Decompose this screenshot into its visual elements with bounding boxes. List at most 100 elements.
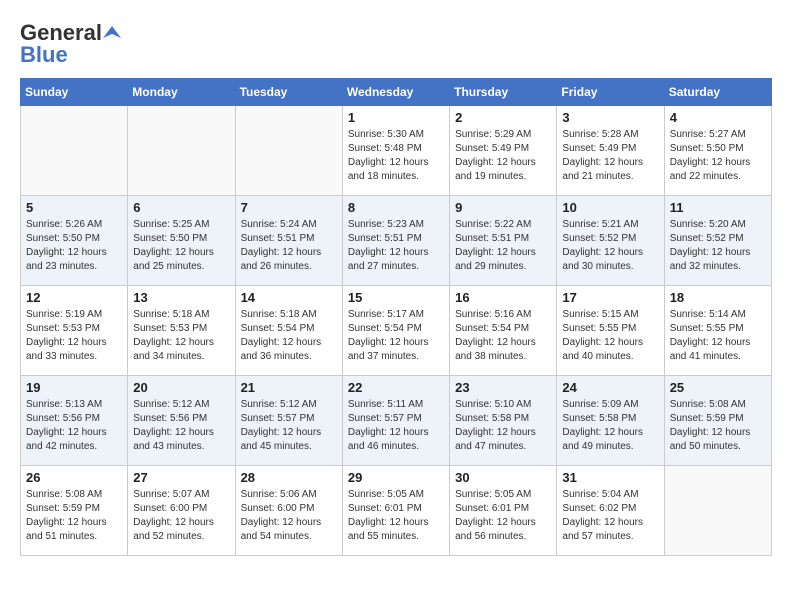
day-info: Sunrise: 5:05 AM Sunset: 6:01 PM Dayligh… xyxy=(348,488,444,544)
day-info: Sunrise: 5:04 AM Sunset: 6:02 PM Dayligh… xyxy=(562,488,658,544)
calendar-cell: 19 Sunrise: 5:13 AM Sunset: 5:56 PM Dayli… xyxy=(21,376,128,466)
calendar-table: SundayMondayTuesdayWednesdayThursdayFrid… xyxy=(20,78,772,556)
day-number: 27 xyxy=(133,470,229,485)
day-info: Sunrise: 5:13 AM Sunset: 5:56 PM Dayligh… xyxy=(26,398,122,454)
day-info: Sunrise: 5:12 AM Sunset: 5:56 PM Dayligh… xyxy=(133,398,229,454)
calendar-cell: 1 Sunrise: 5:30 AM Sunset: 5:48 PM Daylig… xyxy=(342,106,449,196)
calendar-cell: 25 Sunrise: 5:08 AM Sunset: 5:59 PM Dayli… xyxy=(664,376,771,466)
day-info: Sunrise: 5:06 AM Sunset: 6:00 PM Dayligh… xyxy=(241,488,337,544)
day-number: 25 xyxy=(670,380,766,395)
calendar-cell: 7 Sunrise: 5:24 AM Sunset: 5:51 PM Daylig… xyxy=(235,196,342,286)
day-number: 28 xyxy=(241,470,337,485)
day-info: Sunrise: 5:14 AM Sunset: 5:55 PM Dayligh… xyxy=(670,308,766,364)
day-info: Sunrise: 5:19 AM Sunset: 5:53 PM Dayligh… xyxy=(26,308,122,364)
day-number: 4 xyxy=(670,110,766,125)
calendar-cell: 13 Sunrise: 5:18 AM Sunset: 5:53 PM Dayli… xyxy=(128,286,235,376)
calendar-cell: 2 Sunrise: 5:29 AM Sunset: 5:49 PM Daylig… xyxy=(450,106,557,196)
calendar-cell xyxy=(235,106,342,196)
calendar-cell: 4Sunrise: 5:27 AM Sunset: 5:50 PM Daylig… xyxy=(664,106,771,196)
day-number: 29 xyxy=(348,470,444,485)
calendar-cell: 30 Sunrise: 5:05 AM Sunset: 6:01 PM Dayli… xyxy=(450,466,557,556)
calendar-header-row: SundayMondayTuesdayWednesdayThursdayFrid… xyxy=(21,79,772,106)
calendar-cell: 15 Sunrise: 5:17 AM Sunset: 5:54 PM Dayli… xyxy=(342,286,449,376)
day-info: Sunrise: 5:08 AM Sunset: 5:59 PM Dayligh… xyxy=(670,398,766,454)
day-number: 18 xyxy=(670,290,766,305)
day-number: 1 xyxy=(348,110,444,125)
calendar-cell: 6 Sunrise: 5:25 AM Sunset: 5:50 PM Daylig… xyxy=(128,196,235,286)
day-number: 3 xyxy=(562,110,658,125)
day-info: Sunrise: 5:21 AM Sunset: 5:52 PM Dayligh… xyxy=(562,218,658,274)
calendar-cell: 21Sunrise: 5:12 AM Sunset: 5:57 PM Dayli… xyxy=(235,376,342,466)
calendar-cell: 12Sunrise: 5:19 AM Sunset: 5:53 PM Dayli… xyxy=(21,286,128,376)
day-info: Sunrise: 5:26 AM Sunset: 5:50 PM Dayligh… xyxy=(26,218,122,274)
calendar-cell: 3 Sunrise: 5:28 AM Sunset: 5:49 PM Daylig… xyxy=(557,106,664,196)
calendar-cell: 16 Sunrise: 5:16 AM Sunset: 5:54 PM Dayli… xyxy=(450,286,557,376)
calendar-week-row: 26 Sunrise: 5:08 AM Sunset: 5:59 PM Dayli… xyxy=(21,466,772,556)
calendar-cell: 14 Sunrise: 5:18 AM Sunset: 5:54 PM Dayli… xyxy=(235,286,342,376)
calendar-cell xyxy=(128,106,235,196)
day-number: 31 xyxy=(562,470,658,485)
calendar-cell: 29 Sunrise: 5:05 AM Sunset: 6:01 PM Dayli… xyxy=(342,466,449,556)
day-number: 15 xyxy=(348,290,444,305)
day-info: Sunrise: 5:18 AM Sunset: 5:53 PM Dayligh… xyxy=(133,308,229,364)
day-info: Sunrise: 5:29 AM Sunset: 5:49 PM Dayligh… xyxy=(455,128,551,184)
day-info: Sunrise: 5:11 AM Sunset: 5:57 PM Dayligh… xyxy=(348,398,444,454)
calendar-cell: 27Sunrise: 5:07 AM Sunset: 6:00 PM Dayli… xyxy=(128,466,235,556)
calendar-cell: 24Sunrise: 5:09 AM Sunset: 5:58 PM Dayli… xyxy=(557,376,664,466)
day-number: 26 xyxy=(26,470,122,485)
logo-blue: Blue xyxy=(20,42,68,68)
day-number: 16 xyxy=(455,290,551,305)
day-number: 17 xyxy=(562,290,658,305)
day-number: 10 xyxy=(562,200,658,215)
day-info: Sunrise: 5:23 AM Sunset: 5:51 PM Dayligh… xyxy=(348,218,444,274)
page-header: General Blue xyxy=(20,20,772,68)
calendar-cell: 5Sunrise: 5:26 AM Sunset: 5:50 PM Daylig… xyxy=(21,196,128,286)
day-info: Sunrise: 5:08 AM Sunset: 5:59 PM Dayligh… xyxy=(26,488,122,544)
col-header-tuesday: Tuesday xyxy=(235,79,342,106)
calendar-cell: 28 Sunrise: 5:06 AM Sunset: 6:00 PM Dayli… xyxy=(235,466,342,556)
day-number: 2 xyxy=(455,110,551,125)
day-info: Sunrise: 5:25 AM Sunset: 5:50 PM Dayligh… xyxy=(133,218,229,274)
day-info: Sunrise: 5:30 AM Sunset: 5:48 PM Dayligh… xyxy=(348,128,444,184)
day-info: Sunrise: 5:05 AM Sunset: 6:01 PM Dayligh… xyxy=(455,488,551,544)
day-info: Sunrise: 5:09 AM Sunset: 5:58 PM Dayligh… xyxy=(562,398,658,454)
calendar-cell: 26 Sunrise: 5:08 AM Sunset: 5:59 PM Dayli… xyxy=(21,466,128,556)
day-number: 14 xyxy=(241,290,337,305)
day-number: 19 xyxy=(26,380,122,395)
calendar-cell: 10 Sunrise: 5:21 AM Sunset: 5:52 PM Dayli… xyxy=(557,196,664,286)
logo-bird-icon xyxy=(103,24,121,42)
calendar-cell: 8 Sunrise: 5:23 AM Sunset: 5:51 PM Daylig… xyxy=(342,196,449,286)
calendar-cell: 17Sunrise: 5:15 AM Sunset: 5:55 PM Dayli… xyxy=(557,286,664,376)
day-number: 8 xyxy=(348,200,444,215)
col-header-friday: Friday xyxy=(557,79,664,106)
day-number: 6 xyxy=(133,200,229,215)
day-number: 20 xyxy=(133,380,229,395)
calendar-cell: 23 Sunrise: 5:10 AM Sunset: 5:58 PM Dayli… xyxy=(450,376,557,466)
day-info: Sunrise: 5:10 AM Sunset: 5:58 PM Dayligh… xyxy=(455,398,551,454)
day-number: 11 xyxy=(670,200,766,215)
col-header-saturday: Saturday xyxy=(664,79,771,106)
calendar-cell: 11 Sunrise: 5:20 AM Sunset: 5:52 PM Dayli… xyxy=(664,196,771,286)
day-info: Sunrise: 5:16 AM Sunset: 5:54 PM Dayligh… xyxy=(455,308,551,364)
day-info: Sunrise: 5:18 AM Sunset: 5:54 PM Dayligh… xyxy=(241,308,337,364)
day-info: Sunrise: 5:24 AM Sunset: 5:51 PM Dayligh… xyxy=(241,218,337,274)
calendar-cell: 31 Sunrise: 5:04 AM Sunset: 6:02 PM Dayli… xyxy=(557,466,664,556)
col-header-wednesday: Wednesday xyxy=(342,79,449,106)
calendar-week-row: 19 Sunrise: 5:13 AM Sunset: 5:56 PM Dayli… xyxy=(21,376,772,466)
day-number: 30 xyxy=(455,470,551,485)
day-info: Sunrise: 5:17 AM Sunset: 5:54 PM Dayligh… xyxy=(348,308,444,364)
calendar-cell: 18 Sunrise: 5:14 AM Sunset: 5:55 PM Dayli… xyxy=(664,286,771,376)
calendar-cell xyxy=(21,106,128,196)
day-info: Sunrise: 5:12 AM Sunset: 5:57 PM Dayligh… xyxy=(241,398,337,454)
calendar-week-row: 1 Sunrise: 5:30 AM Sunset: 5:48 PM Daylig… xyxy=(21,106,772,196)
day-number: 13 xyxy=(133,290,229,305)
day-info: Sunrise: 5:20 AM Sunset: 5:52 PM Dayligh… xyxy=(670,218,766,274)
calendar-cell: 9Sunrise: 5:22 AM Sunset: 5:51 PM Daylig… xyxy=(450,196,557,286)
day-info: Sunrise: 5:28 AM Sunset: 5:49 PM Dayligh… xyxy=(562,128,658,184)
calendar-cell: 22Sunrise: 5:11 AM Sunset: 5:57 PM Dayli… xyxy=(342,376,449,466)
day-number: 7 xyxy=(241,200,337,215)
calendar-week-row: 12Sunrise: 5:19 AM Sunset: 5:53 PM Dayli… xyxy=(21,286,772,376)
col-header-thursday: Thursday xyxy=(450,79,557,106)
day-number: 23 xyxy=(455,380,551,395)
calendar-week-row: 5Sunrise: 5:26 AM Sunset: 5:50 PM Daylig… xyxy=(21,196,772,286)
